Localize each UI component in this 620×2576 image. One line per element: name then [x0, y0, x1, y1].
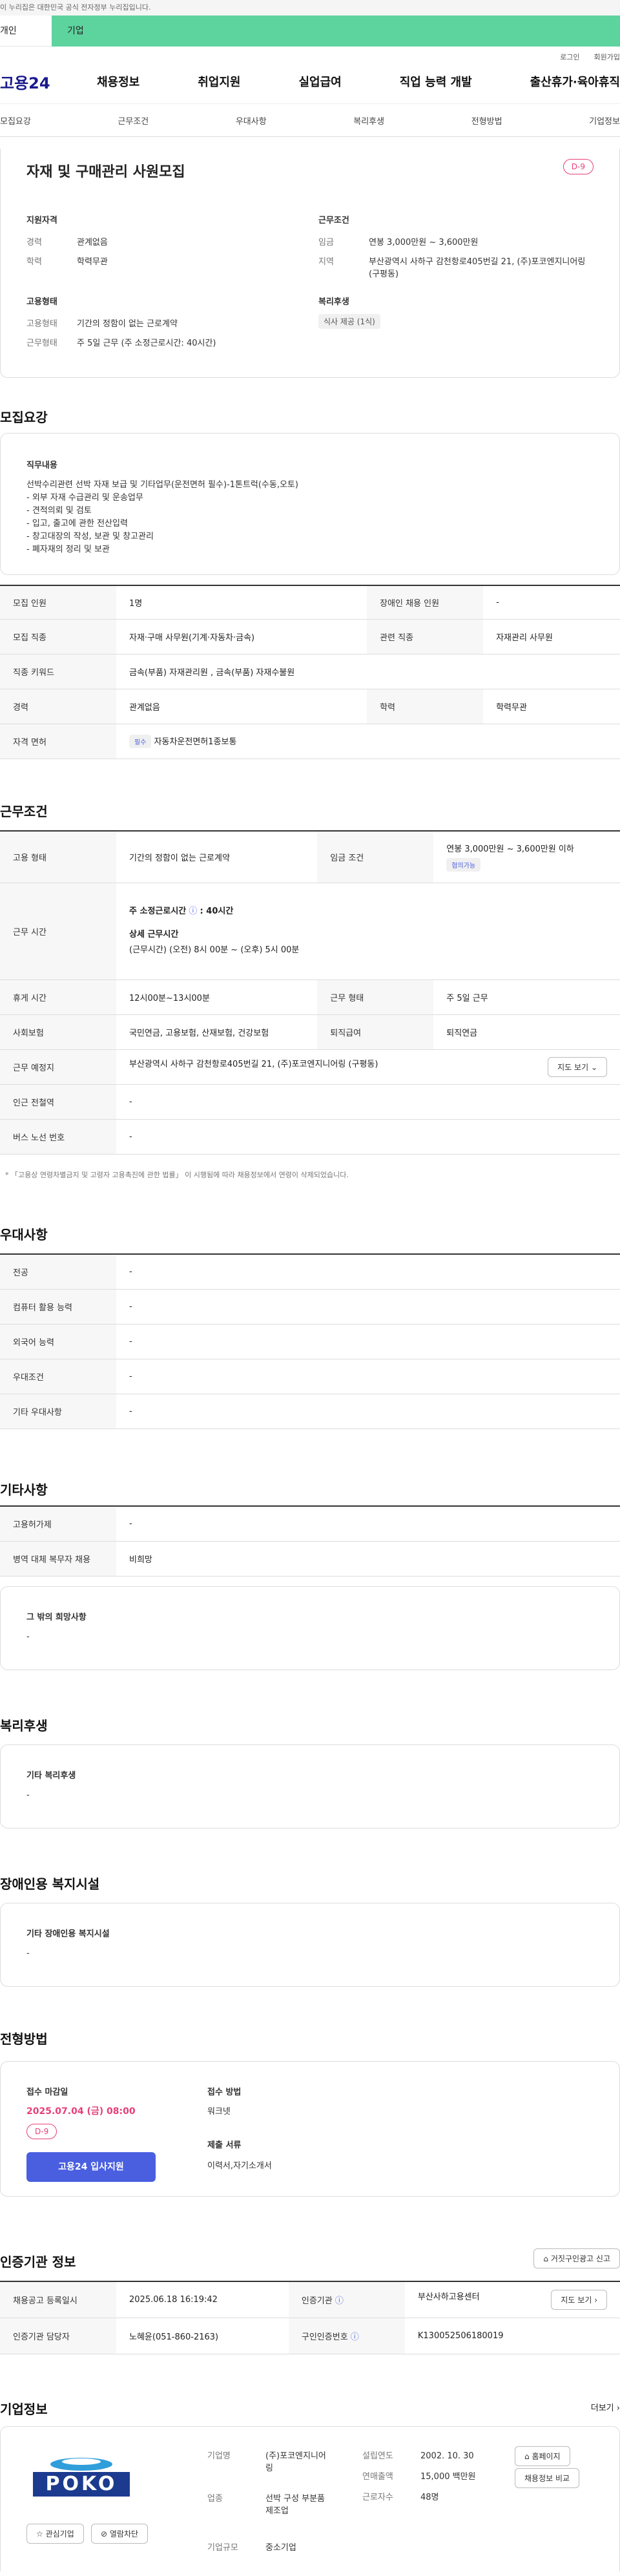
- info-icon[interactable]: ⓘ: [189, 906, 197, 916]
- map-button[interactable]: 지도 보기 ⌄: [548, 1056, 607, 1077]
- recruit-heading: 모집요강: [0, 410, 48, 425]
- agency-map-button[interactable]: 지도 보기 ›: [551, 2289, 607, 2310]
- agency-heading: 인증기관 정보: [0, 2254, 76, 2270]
- info-icon[interactable]: ⓘ: [351, 2332, 359, 2342]
- welfare-heading: 복리후생: [0, 1718, 48, 1733]
- select-box: 접수 마감일 2025.07.04 (금) 08:00 D-9 고용24 입사지…: [0, 2061, 620, 2197]
- disab-box: 기타 장애인용 복지시설 -: [0, 1903, 620, 1987]
- duty-box: 직무내용 선박수리관련 선박 자재 보급 및 기타업무(운전면허 필수)-1톤트…: [0, 433, 620, 575]
- tab-company[interactable]: 기업: [52, 16, 620, 47]
- company-name-row: 기업명 (주)포코엔지니어링: [207, 2451, 326, 2473]
- cond-label: 근무조건: [318, 216, 349, 225]
- tab-personal[interactable]: 개인: [0, 16, 52, 47]
- area-row: 지역 부산광역시 사하구 감천항로405번길 21, (주)포코엔지니어링 (구평…: [318, 257, 586, 279]
- sales-row: 연매출액 15,000 백만원: [362, 2472, 476, 2482]
- edu-row: 학력 학력무관: [26, 257, 108, 267]
- etc-table: 고용허가제 - 병역 대체 복무자 채용 비희망: [0, 1505, 620, 1576]
- report-button[interactable]: ⌂ 거짓구인광고 신고: [533, 2248, 620, 2268]
- more-link[interactable]: 더보기 ›: [591, 2401, 620, 2413]
- company-heading: 기업정보: [0, 2402, 48, 2417]
- company-box: POKO ☆ 관심기업 ⊘ 열람차단 기업명 (주)포코엔지니어링 업종 선박 구성…: [0, 2426, 620, 2571]
- etc-heading: 기타사항: [0, 1482, 48, 1498]
- emptype-row: 고용형태 기간의 정함이 없는 근로계약: [26, 319, 178, 329]
- user-tabs: 개인 기업: [0, 16, 620, 47]
- homepage-button[interactable]: ⌂ 홈페이지: [515, 2446, 570, 2466]
- job-summary-card: 자재 및 구매관리 사원모집 D-9 지원자격 경력 관계없음 학력 학력무관 고용…: [0, 149, 620, 378]
- global-nav: 고용24 채용정보 취업지원 실업급여 직업 능력 개발 출산휴가·육아휴직: [0, 67, 620, 96]
- disab-heading: 장애인용 복지시설: [0, 1876, 100, 1892]
- top-links: 로그인 회원가입: [0, 47, 620, 67]
- job-title: 자재 및 구매관리 사원모집: [26, 164, 185, 180]
- emp-label: 고용형태: [26, 297, 57, 307]
- industry-row: 업종 선박 구성 부분품 제조업: [207, 2494, 325, 2516]
- signup-link[interactable]: 회원가입: [594, 52, 620, 62]
- pref-table: 전공 - 컴퓨터 활용 능력 - 외국어 능력 - 우대조건 - 기타 우대사항 -: [0, 1253, 620, 1429]
- company-logo: POKO: [26, 2446, 136, 2504]
- snb-item-work[interactable]: 근무조건: [118, 114, 149, 127]
- info-icon[interactable]: ⓘ: [335, 2296, 344, 2306]
- gnb-item-jobs[interactable]: 채용정보: [97, 73, 140, 90]
- work-heading: 근무조건: [0, 804, 48, 819]
- section-nav: 모집요강 근무조건 우대사항 복리후생 전형방법 기업정보: [0, 103, 620, 137]
- wage-row: 임금 연봉 3,000만원 ~ 3,600만원: [318, 238, 479, 247]
- select-heading: 전형방법: [0, 2031, 48, 2047]
- login-link[interactable]: 로그인: [560, 52, 579, 62]
- est-row: 설립연도 2002. 10. 30: [362, 2451, 474, 2461]
- dday-badge: D-9: [563, 159, 594, 174]
- snb-item-pref[interactable]: 우대사항: [236, 114, 267, 127]
- snb-item-select[interactable]: 전형방법: [471, 114, 502, 127]
- pref-heading: 우대사항: [0, 1227, 48, 1242]
- gnb-item-leave[interactable]: 출산휴가·육아휴직: [530, 73, 620, 90]
- age-note: * 「고용상 연령차별금지 및 고령자 고용촉진에 관한 법률」 이 시행됨에 …: [5, 1171, 349, 1179]
- work-table: 고용 형태 기간의 정함이 없는 근로계약 임금 조건 연봉 3,000만원 ~ 3,…: [0, 830, 620, 1155]
- qual-label: 지원자격: [26, 216, 57, 225]
- worktype-row: 근무형태 주 5일 근무 (주 소정근로시간: 40시간): [26, 339, 216, 348]
- gnb-item-benefit[interactable]: 실업급여: [299, 73, 342, 90]
- gnb-item-support[interactable]: 취업지원: [198, 73, 240, 90]
- recruit-table: 모집 인원 1명 장애인 채용 인원 - 모집 직종 자재·구매 사무원(기계·자동차·…: [0, 585, 620, 759]
- gnb-item-training[interactable]: 직업 능력 개발: [400, 73, 472, 90]
- other-wish-box: 그 밖의 희망사항 -: [0, 1586, 620, 1670]
- duty-label: 직무내용: [26, 461, 57, 470]
- duty-text: 선박수리관련 선박 자재 보급 및 기타업무(운전면허 필수)-1톤트럭(수동,…: [26, 480, 298, 554]
- welfare-label: 복리후생: [318, 297, 349, 307]
- gnb-menu: 채용정보 취업지원 실업급여 직업 능력 개발 출산휴가·육아휴직: [97, 73, 620, 90]
- welfare-box: 기타 복리후생 -: [0, 1744, 620, 1828]
- career-row: 경력 관계없음: [26, 238, 108, 247]
- compare-jobs-button[interactable]: 채용정보 비교: [515, 2468, 580, 2488]
- snb-item-company[interactable]: 기업정보: [589, 114, 620, 127]
- required-badge: 필수: [129, 734, 152, 748]
- select-dday-badge: D-9: [26, 2124, 57, 2139]
- gov-banner: 이 누리집은 대한민국 공식 전자정부 누리집입니다.: [0, 0, 620, 16]
- snb-item-recruit[interactable]: 모집요강: [0, 114, 31, 127]
- size-row: 기업규모 중소기업: [207, 2543, 296, 2553]
- employees-row: 근로자수 48명: [362, 2493, 439, 2502]
- deadline-date: 2025.07.04 (금) 08:00: [26, 2106, 136, 2117]
- favorite-company-button[interactable]: ☆ 관심기업: [26, 2524, 84, 2544]
- snb-item-welfare[interactable]: 복리후생: [353, 114, 384, 127]
- agency-table: 채용공고 등록일시 2025.06.18 16:19:42 인증기관 ⓘ 부산사하고용…: [0, 2281, 620, 2354]
- apply-button[interactable]: 고용24 입사지원: [26, 2152, 156, 2182]
- negotiable-badge: 협의가능: [446, 858, 481, 872]
- block-view-button[interactable]: ⊘ 열람차단: [91, 2524, 149, 2544]
- welfare-chip: 식사 제공 (1식): [318, 314, 380, 329]
- site-logo[interactable]: 고용24: [0, 70, 97, 93]
